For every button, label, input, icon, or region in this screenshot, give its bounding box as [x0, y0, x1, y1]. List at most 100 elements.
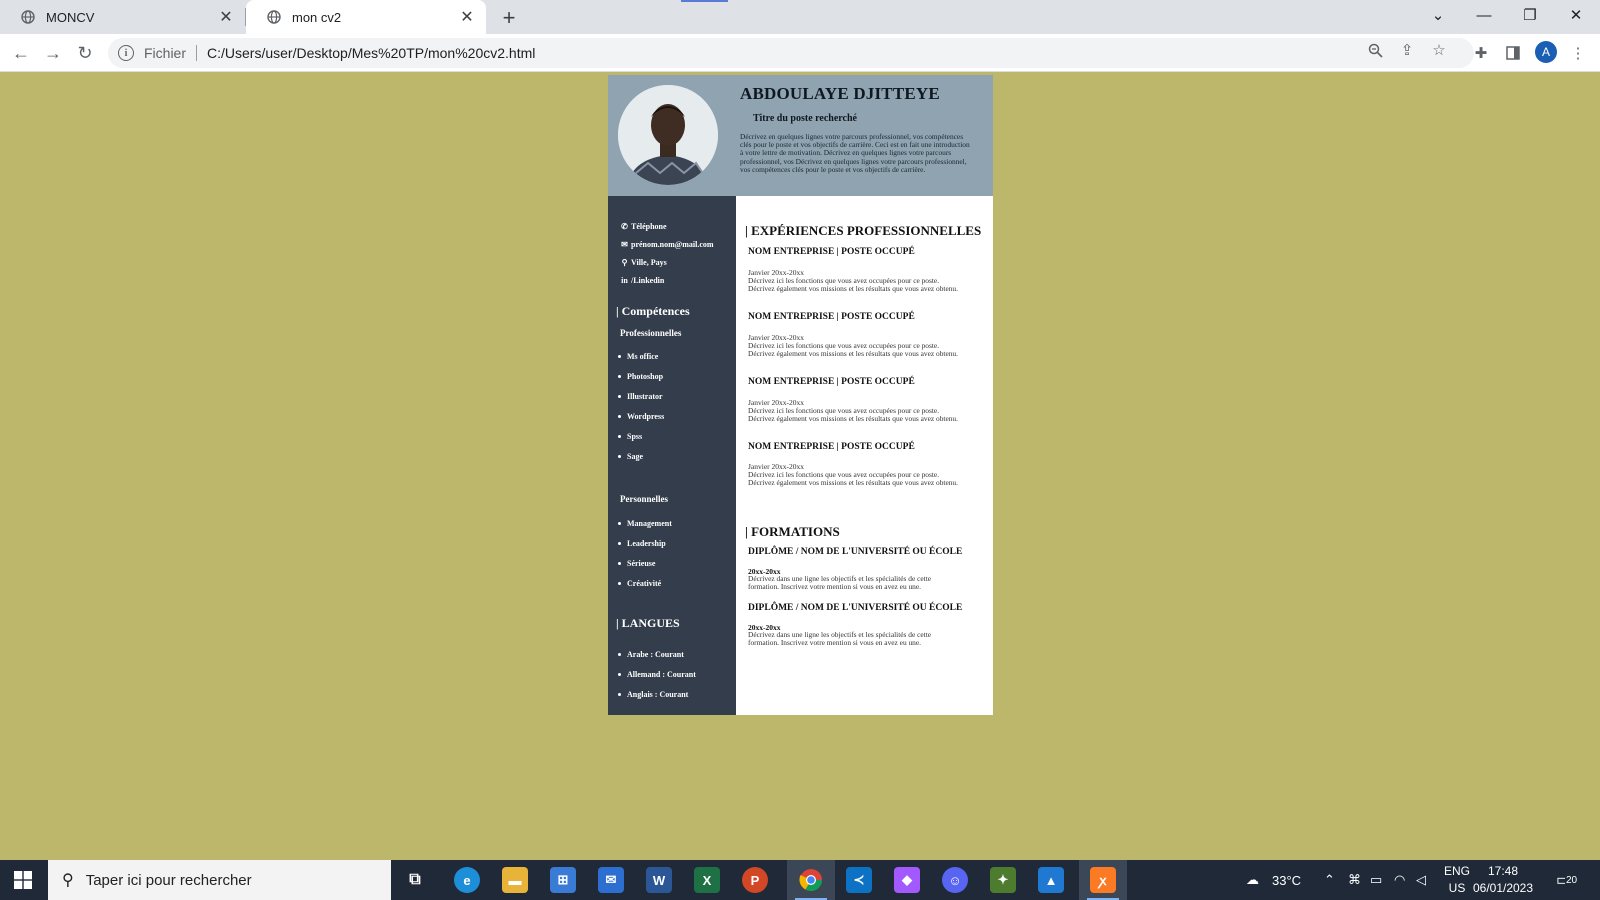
experience-description: Décrivez ici les fonctions que vous avez…: [748, 406, 958, 424]
restore-button[interactable]: ❐: [1507, 0, 1553, 30]
app-icon[interactable]: ✦: [979, 860, 1027, 900]
list-item: Sage: [618, 452, 643, 461]
linkedin-icon: in: [621, 276, 628, 285]
list-item: Allemand : Courant: [618, 670, 696, 679]
tab-title: MONCV: [46, 9, 95, 25]
share-icon[interactable]: ⇪: [1398, 41, 1416, 59]
education-title: DIPLÔME / NOM DE L'UNIVERSITÉ OU ÉCOLE: [748, 547, 963, 557]
vscode-icon[interactable]: ≺: [835, 860, 883, 900]
camera-icon[interactable]: ⌘: [1348, 860, 1361, 900]
experience-title: NOM ENTREPRISE | POSTE OCCUPÉ: [748, 442, 915, 452]
bookmark-star-icon[interactable]: ☆: [1430, 41, 1448, 59]
education-description: Décrivez dans une ligne les objectifs et…: [748, 630, 932, 648]
chevron-up-icon[interactable]: ⌃: [1324, 860, 1335, 900]
forward-arrow-icon[interactable]: →: [40, 40, 66, 66]
windows-start-icon[interactable]: [0, 860, 46, 900]
wifi-icon[interactable]: ◠: [1394, 860, 1405, 900]
list-item: Wordpress: [618, 412, 664, 421]
zoom-icon[interactable]: [1366, 41, 1384, 59]
contact-email-text: prénom.nom@mail.com: [631, 240, 714, 249]
clock-time: 17:48: [1487, 864, 1519, 878]
list-item: Photoshop: [618, 372, 663, 381]
cv-main: | EXPÉRIENCES PROFESSIONNELLES NOM ENTRE…: [736, 196, 993, 715]
extensions-icon[interactable]: ✚: [1471, 43, 1491, 63]
skills-heading: | Compétences: [616, 304, 690, 318]
education-heading: | FORMATIONS: [745, 524, 840, 539]
cv-intro: Décrivez en quelques lignes votre parcou…: [740, 132, 970, 174]
store-icon[interactable]: ⊞: [539, 860, 587, 900]
photos-icon[interactable]: ▲: [1027, 860, 1075, 900]
profile-photo: [618, 85, 718, 185]
phone-icon: ✆: [621, 222, 628, 231]
contact-linkedin: in /Linkedin: [620, 276, 664, 285]
new-tab-button[interactable]: +: [496, 5, 522, 31]
volume-icon[interactable]: ◁: [1416, 860, 1426, 900]
globe-icon: [20, 9, 36, 25]
close-icon[interactable]: ✕: [217, 8, 235, 26]
task-view-icon[interactable]: ⧉: [391, 860, 439, 900]
profile-avatar[interactable]: A: [1535, 41, 1557, 63]
address-bar[interactable]: i Fichier C:/Users/user/Desktop/Mes%20TP…: [108, 38, 1474, 68]
experience-title: NOM ENTREPRISE | POSTE OCCUPÉ: [748, 312, 915, 322]
cv-job-title: Titre du poste recherché: [753, 113, 857, 124]
clock-date: 06/01/2023: [1472, 881, 1534, 895]
side-panel-icon[interactable]: [1503, 43, 1523, 63]
close-window-button[interactable]: ✕: [1553, 0, 1599, 30]
info-icon[interactable]: i: [118, 45, 134, 61]
languages-heading: | LANGUES: [616, 616, 680, 630]
battery-icon[interactable]: ▭: [1370, 860, 1382, 900]
back-arrow-icon[interactable]: ←: [8, 40, 34, 66]
file-explorer-icon[interactable]: ▬: [491, 860, 539, 900]
figma-icon[interactable]: ◆: [883, 860, 931, 900]
list-item: Sérieuse: [618, 559, 655, 568]
experience-title: NOM ENTREPRISE | POSTE OCCUPÉ: [748, 247, 915, 257]
tab-moncv[interactable]: MONCV ✕: [0, 0, 245, 34]
experience-description: Décrivez ici les fonctions que vous avez…: [748, 470, 958, 488]
education-title: DIPLÔME / NOM DE L'UNIVERSITÉ OU ÉCOLE: [748, 603, 963, 613]
temperature-readout[interactable]: 33°C: [1272, 860, 1301, 900]
notification-icon[interactable]: ▭ 20: [1556, 860, 1580, 900]
powerpoint-icon[interactable]: P: [731, 860, 779, 900]
experience-description: Décrivez ici les fonctions que vous avez…: [748, 341, 958, 359]
contact-location: ⚲ Ville, Pays: [620, 258, 667, 267]
list-item: Leadership: [618, 539, 666, 548]
close-icon[interactable]: ✕: [458, 8, 476, 26]
contact-linkedin-text: /Linkedin: [631, 276, 665, 285]
xampp-icon[interactable]: ꭗ: [1079, 860, 1127, 900]
address-url[interactable]: C:/Users/user/Desktop/Mes%20TP/mon%20cv2…: [207, 45, 535, 61]
input-language[interactable]: ENG US: [1444, 863, 1470, 897]
discord-icon[interactable]: ☺: [931, 860, 979, 900]
list-item: Anglais : Courant: [618, 690, 688, 699]
cv-sidebar: ✆ Téléphone ✉ prénom.nom@mail.com ⚲ Vill…: [608, 196, 736, 715]
contact-location-text: Ville, Pays: [631, 258, 667, 267]
edge-icon[interactable]: e: [443, 860, 491, 900]
tab-search-chevron-icon[interactable]: ⌄: [1415, 0, 1461, 30]
chrome-icon[interactable]: [787, 860, 835, 900]
list-item: Créativité: [618, 579, 661, 588]
map-marker-icon: ⚲: [621, 258, 628, 267]
menu-kebab-icon[interactable]: ⋮: [1568, 43, 1588, 63]
browser-toolbar: ← → ↻ i Fichier C:/Users/user/Desktop/Me…: [0, 34, 1600, 72]
windows-taskbar: ⚲ Taper ici pour rechercher ⧉ e ▬ ⊞ ✉ W …: [0, 860, 1600, 900]
weather-icon[interactable]: ☁: [1246, 860, 1259, 900]
search-icon: ⚲: [62, 872, 74, 889]
excel-icon[interactable]: X: [683, 860, 731, 900]
professional-skills-heading: Professionnelles: [620, 328, 682, 338]
list-item: Ms office: [618, 352, 658, 361]
search-placeholder: Taper ici pour rechercher: [85, 871, 252, 889]
cv-name: ABDOULAYE DJITTEYE: [740, 84, 940, 103]
reload-icon[interactable]: ↻: [72, 40, 98, 66]
education-description: Décrivez dans une ligne les objectifs et…: [748, 574, 932, 592]
list-item: Spss: [618, 432, 642, 441]
experience-title: NOM ENTREPRISE | POSTE OCCUPÉ: [748, 377, 915, 387]
address-scheme: Fichier: [144, 45, 187, 61]
list-item: Arabe : Courant: [618, 650, 684, 659]
mail-icon[interactable]: ✉: [587, 860, 635, 900]
taskbar-clock[interactable]: 17:48 06/01/2023: [1472, 863, 1534, 897]
contact-email: ✉ prénom.nom@mail.com: [620, 240, 714, 249]
word-icon[interactable]: W: [635, 860, 683, 900]
tab-mon-cv2[interactable]: mon cv2 ✕: [246, 0, 486, 34]
minimize-button[interactable]: —: [1461, 0, 1507, 30]
address-divider: [196, 45, 198, 61]
taskbar-search-input[interactable]: ⚲ Taper ici pour rechercher: [48, 860, 391, 900]
